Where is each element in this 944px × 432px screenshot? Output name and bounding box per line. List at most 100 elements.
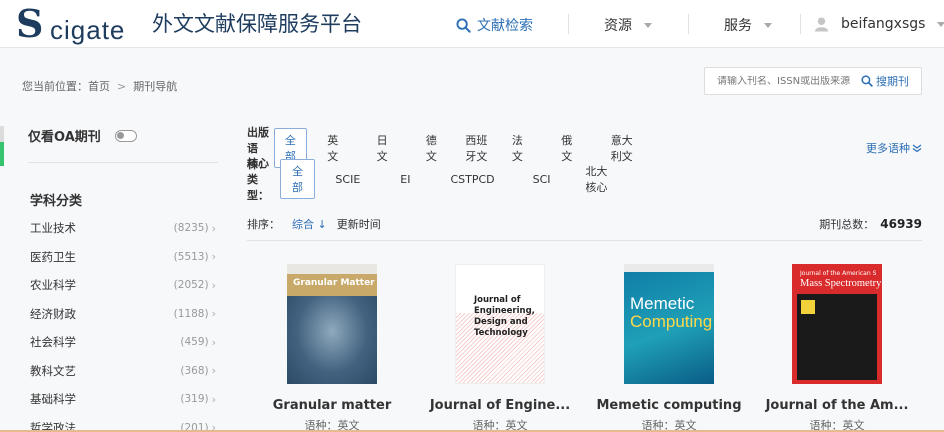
user-avatar-icon: [814, 17, 829, 32]
journal-cover[interactable]: Granular Matter: [287, 264, 377, 384]
journal-total-label: 期刊总数：: [819, 218, 875, 231]
core-filter-label: 核心类型：: [247, 157, 269, 202]
journal-card[interactable]: Journal of Engineering, Design and Techn…: [420, 264, 580, 432]
journal-search-button-label: 搜期刊: [876, 75, 909, 88]
nav-resources[interactable]: 资源: [604, 14, 652, 36]
breadcrumb-home[interactable]: 首页: [88, 78, 110, 94]
subject-item[interactable]: 基础科学 (319) ›: [30, 385, 216, 414]
nav-search-label: 文献检索: [477, 18, 533, 34]
journal-card[interactable]: Memetic Computing Memetic computing 语种：英…: [589, 264, 749, 432]
breadcrumb-label: 您当前位置：: [22, 80, 88, 93]
language-chip[interactable]: 意大利文: [610, 129, 633, 167]
radiation-icon: [801, 300, 815, 314]
user-menu[interactable]: beifangxsgs: [814, 12, 944, 36]
subject-name: 经济财政: [30, 306, 76, 321]
subject-name: 工业技术: [30, 221, 76, 236]
language-chip[interactable]: 法文: [512, 129, 523, 167]
scigate-logo[interactable]: S cigate: [16, 1, 136, 46]
subject-item[interactable]: 经济财政 (1188) ›: [30, 300, 216, 329]
side-scroll-indicator: [0, 126, 4, 166]
search-icon: [861, 75, 873, 87]
journal-card[interactable]: Granular Matter Granular matter 语种：英文: [252, 264, 412, 432]
nav-service[interactable]: 服务: [724, 14, 772, 36]
subject-name: 教科文艺: [30, 363, 76, 378]
language-chip[interactable]: 德文: [426, 129, 437, 167]
core-chip[interactable]: SCI: [533, 170, 551, 189]
language-chip[interactable]: 西班牙文: [465, 129, 488, 167]
chevron-right-icon: ›: [211, 335, 216, 349]
language-chip[interactable]: 俄文: [561, 129, 572, 167]
nav-service-label: 服务: [724, 18, 752, 34]
sort-active-label: 综合: [292, 218, 314, 231]
subject-count: (459): [180, 336, 209, 349]
breadcrumb-separator: >: [117, 79, 127, 93]
nav-divider: [568, 14, 569, 34]
sort-option-update-time[interactable]: 更新时间: [337, 216, 381, 232]
core-chip[interactable]: EI: [400, 170, 410, 189]
sort-option-comprehensive[interactable]: 综合 ↓: [292, 216, 327, 232]
subject-item[interactable]: 工业技术 (8235) ›: [30, 214, 216, 243]
chevron-right-icon: ›: [211, 307, 216, 321]
journal-title[interactable]: Journal of Engine...: [420, 398, 580, 413]
logo-word: cigate: [50, 15, 126, 45]
journal-cover[interactable]: Journal of the American Society for Mass…: [792, 264, 882, 384]
subject-name: 社会科学: [30, 335, 76, 350]
subject-name: 农业科学: [30, 278, 76, 293]
language-chip[interactable]: 英文: [327, 129, 338, 167]
journal-search-input[interactable]: [705, 75, 861, 87]
journal-title[interactable]: Memetic computing: [589, 398, 749, 413]
subject-item[interactable]: 社会科学 (459) ›: [30, 328, 216, 357]
subject-item[interactable]: 教科文艺 (368) ›: [30, 357, 216, 386]
core-filter-row: 核心类型： 全部 SCIE EI CSTPCD SCI 北大核心: [247, 157, 610, 202]
chevron-down-icon: [764, 22, 772, 28]
journal-cover[interactable]: Memetic Computing: [624, 264, 714, 384]
search-icon: [456, 17, 471, 33]
journal-cover[interactable]: Journal of Engineering, Design and Techn…: [455, 264, 545, 384]
subject-count: (2052): [173, 279, 209, 292]
subject-name: 基础科学: [30, 392, 76, 407]
journal-card[interactable]: Journal of the American Society for Mass…: [757, 264, 917, 432]
subject-item[interactable]: 医药卫生 (5513) ›: [30, 243, 216, 272]
chevron-down-icon: [644, 22, 652, 28]
cover-title-line2: Computing: [630, 312, 713, 331]
cover-title: Journal of Engineering, Design and Techn…: [474, 295, 535, 338]
chevron-down-icon: [937, 21, 944, 27]
arrow-down-icon: ↓: [314, 218, 327, 231]
double-chevron-down-icon: [912, 144, 922, 153]
logo-s-mark: S: [16, 1, 44, 46]
subject-count: (1188): [173, 307, 209, 320]
cover-top-band: [624, 264, 714, 272]
oa-toggle[interactable]: [114, 129, 137, 142]
nav-literature-search[interactable]: 文献检索: [456, 14, 533, 36]
language-filter-row: 出版语种： 全部 英文 日文 德文 西班牙文 法文 俄文 意大利文: [247, 126, 633, 171]
oa-label: 仅看OA期刊: [28, 130, 101, 145]
cover-title-line2: Mass Spectrometry: [800, 278, 882, 289]
sidebar-divider: [28, 162, 218, 163]
chevron-right-icon: ›: [211, 278, 216, 292]
more-languages-label: 更多语种: [866, 142, 910, 155]
cover-title: Granular Matter: [293, 278, 375, 288]
cover-title-line1: Journal of the American Society for: [800, 270, 876, 277]
journal-search-button[interactable]: 搜期刊: [861, 73, 909, 89]
chevron-right-icon: ›: [211, 392, 216, 406]
more-languages-link[interactable]: 更多语种: [866, 140, 922, 156]
core-chip[interactable]: 北大核心: [583, 160, 611, 198]
subject-item[interactable]: 农业科学 (2052) ›: [30, 271, 216, 300]
core-chip-all[interactable]: 全部: [279, 159, 316, 199]
core-chip[interactable]: CSTPCD: [450, 170, 494, 189]
journal-total-value: 46939: [880, 217, 922, 231]
breadcrumb-current: 期刊导航: [133, 80, 178, 93]
subject-count: (5513): [173, 250, 209, 263]
cover-image: [287, 296, 377, 384]
journal-title[interactable]: Journal of the Am...: [757, 398, 917, 413]
journal-title[interactable]: Granular matter: [252, 398, 412, 413]
chevron-right-icon: ›: [211, 221, 216, 235]
nav-divider: [800, 14, 801, 34]
top-header: S cigate 外文文献保障服务平台 文献检索 资源 服务 beifangxs…: [0, 0, 944, 48]
core-chip[interactable]: SCIE: [335, 170, 360, 189]
platform-name: 外文文献保障服务平台: [152, 12, 362, 36]
subject-count: (8235): [173, 222, 209, 235]
sort-bar: 排序： 综合 ↓ 更新时间 期刊总数： 46939: [247, 214, 922, 234]
language-chip[interactable]: 日文: [376, 129, 388, 167]
cover-title-line1: Memetic: [630, 294, 695, 313]
